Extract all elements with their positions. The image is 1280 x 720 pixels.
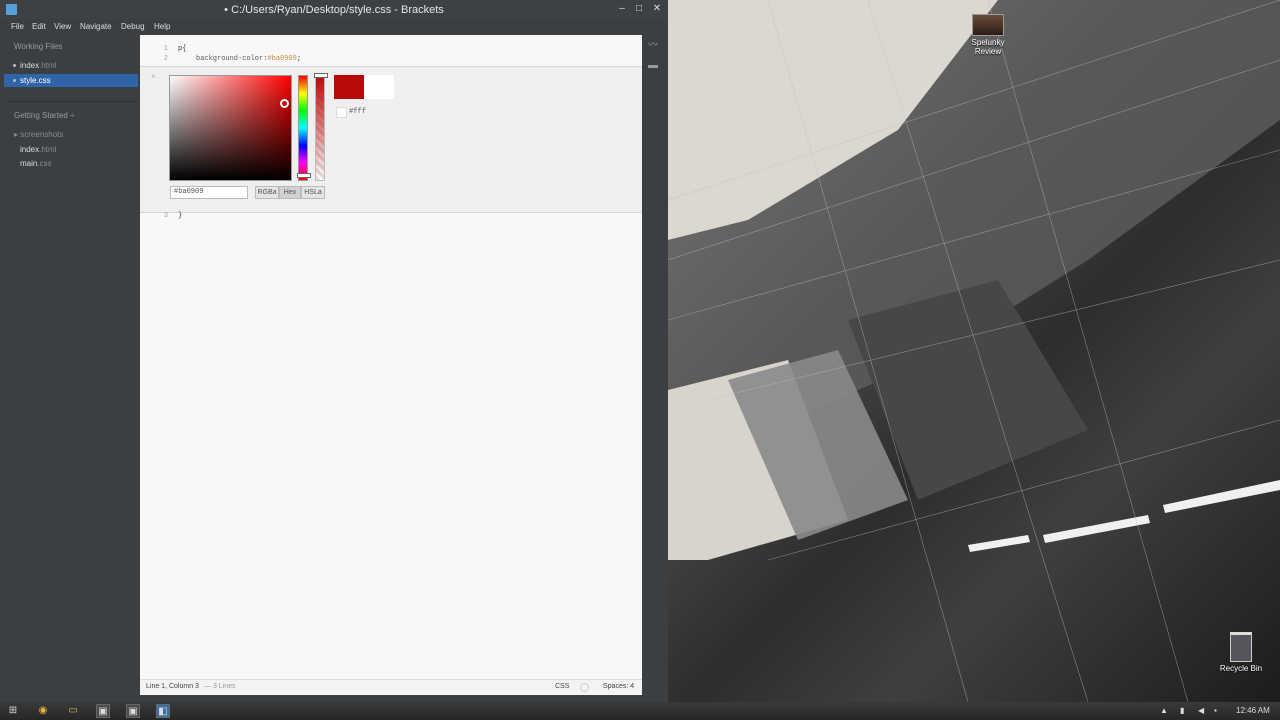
saturation-handle[interactable]: [280, 99, 289, 108]
menu-bar: File Edit View Navigate Debug Help: [0, 19, 668, 33]
title-bar[interactable]: • C:/Users/Ryan/Desktop/style.css - Brac…: [0, 0, 668, 19]
lint-status-icon: [580, 683, 589, 692]
hue-slider[interactable]: [298, 75, 308, 181]
code-line-1[interactable]: p{: [178, 45, 186, 53]
tray-arrow-icon[interactable]: ▲: [1160, 706, 1168, 715]
format-hex-button[interactable]: Hex: [279, 186, 301, 199]
minimize-button[interactable]: –: [615, 3, 629, 15]
chrome-taskbar-icon[interactable]: ◉: [36, 704, 50, 718]
clock[interactable]: 12:46 AM: [1236, 706, 1270, 715]
close-picker-icon[interactable]: ×: [151, 73, 156, 82]
working-file-index[interactable]: index.html: [4, 61, 56, 70]
opacity-slider[interactable]: [315, 75, 325, 181]
network-icon[interactable]: ▮: [1180, 706, 1184, 715]
desktop-shortcut-label: Spelunky Review: [971, 38, 1005, 56]
maximize-button[interactable]: □: [632, 3, 646, 15]
semicolon: ;: [296, 55, 302, 63]
line-number: 2: [163, 55, 168, 63]
menu-file[interactable]: File: [11, 22, 24, 31]
recycle-bin-label: Recycle Bin: [1219, 664, 1263, 673]
explorer-taskbar-icon[interactable]: ▭: [66, 704, 80, 718]
language-mode[interactable]: CSS: [555, 683, 569, 690]
color-value-input[interactable]: #ba0909: [170, 186, 248, 199]
indent-setting[interactable]: Spaces: 4: [603, 683, 634, 690]
code-line-3[interactable]: }: [178, 212, 182, 220]
opacity-handle[interactable]: [314, 73, 328, 78]
taskbar: ⊞ ◉ ▭ ▣ ▣ ◧ ▲ ▮ ◀ ▪ 12:46 AM: [0, 702, 1280, 720]
project-dropdown[interactable]: Getting Started ÷: [14, 111, 74, 120]
file-ext: .css: [36, 76, 51, 85]
cursor-position: Line 1, Column 3: [146, 683, 199, 690]
line-number: 3: [163, 212, 168, 220]
desktop-wallpaper: [668, 0, 1280, 702]
file-name: index: [20, 145, 40, 154]
app-taskbar-icon[interactable]: ▣: [96, 704, 110, 718]
file-name: main: [20, 159, 38, 168]
file-name: style: [20, 76, 37, 85]
sidebar-divider: [8, 101, 138, 102]
file-ext: .css: [37, 159, 52, 168]
css-property: background-color:: [196, 55, 268, 63]
line-count: — 3 Lines: [204, 683, 236, 690]
menu-edit[interactable]: Edit: [32, 22, 46, 31]
window-title: • C:/Users/Ryan/Desktop/style.css - Brac…: [224, 4, 444, 16]
desktop-shortcut[interactable]: Spelunky Review: [966, 14, 1010, 56]
status-bar: Line 1, Column 3 — 3 Lines CSS Spaces: 4: [140, 679, 642, 694]
file-name: index: [20, 61, 40, 70]
css-value: #ba0909: [267, 55, 297, 63]
recycle-bin-icon: [1230, 632, 1252, 662]
used-color-label[interactable]: #fff: [349, 108, 366, 116]
menu-view[interactable]: View: [54, 22, 71, 31]
file-dot-icon: [13, 63, 16, 67]
app-taskbar-icon[interactable]: ▣: [126, 704, 140, 718]
close-button[interactable]: ✕: [650, 3, 664, 15]
saturation-field[interactable]: [169, 75, 292, 181]
menu-help[interactable]: Help: [154, 22, 170, 31]
file-ext: .html: [39, 61, 57, 70]
inline-color-picker: × #fff #ba0909 RGBa Hex HSLa: [140, 66, 642, 213]
brackets-taskbar-icon[interactable]: ◧: [156, 704, 170, 718]
file-ext: .html: [39, 145, 57, 154]
brackets-window: • C:/Users/Ryan/Desktop/style.css - Brac…: [0, 0, 668, 702]
menu-navigate[interactable]: Navigate: [80, 22, 112, 31]
format-hsla-button[interactable]: HSLa: [301, 186, 325, 199]
file-dot-icon: [13, 78, 16, 82]
project-file-main[interactable]: main.css: [20, 159, 52, 168]
code-line-2[interactable]: background-color:#ba0909;: [196, 55, 301, 63]
tray-icon[interactable]: ▪: [1214, 706, 1217, 715]
hue-handle[interactable]: [297, 173, 311, 178]
start-button-icon[interactable]: ⊞: [6, 704, 20, 718]
menu-debug[interactable]: Debug: [121, 22, 145, 31]
working-files-heading: Working Files: [14, 42, 63, 51]
working-file-style[interactable]: style.css: [4, 74, 138, 87]
video-thumbnail-icon: [972, 14, 1004, 36]
original-color-swatch[interactable]: [364, 75, 394, 99]
folder-screenshots[interactable]: ▸ screenshots: [14, 130, 63, 139]
architecture-photo: [668, 0, 1280, 702]
recycle-bin[interactable]: Recycle Bin: [1216, 632, 1266, 673]
right-toolbar: 〰 ▬: [644, 35, 662, 695]
volume-icon[interactable]: ◀: [1198, 706, 1204, 715]
format-rgba-button[interactable]: RGBa: [255, 186, 279, 199]
folder-name: screenshots: [20, 130, 64, 139]
current-color-swatch: [334, 75, 364, 99]
line-number: 1: [163, 45, 168, 53]
project-file-index[interactable]: index.html: [20, 145, 56, 154]
extension-manager-icon[interactable]: ▬: [647, 61, 659, 71]
sidebar: Working Files index.html style.css Getti…: [4, 33, 138, 695]
code-editor[interactable]: 1 p{ 2 background-color:#ba0909; × #fff …: [140, 35, 642, 695]
used-color-swatch[interactable]: [336, 107, 347, 118]
live-preview-icon[interactable]: 〰: [647, 41, 659, 51]
